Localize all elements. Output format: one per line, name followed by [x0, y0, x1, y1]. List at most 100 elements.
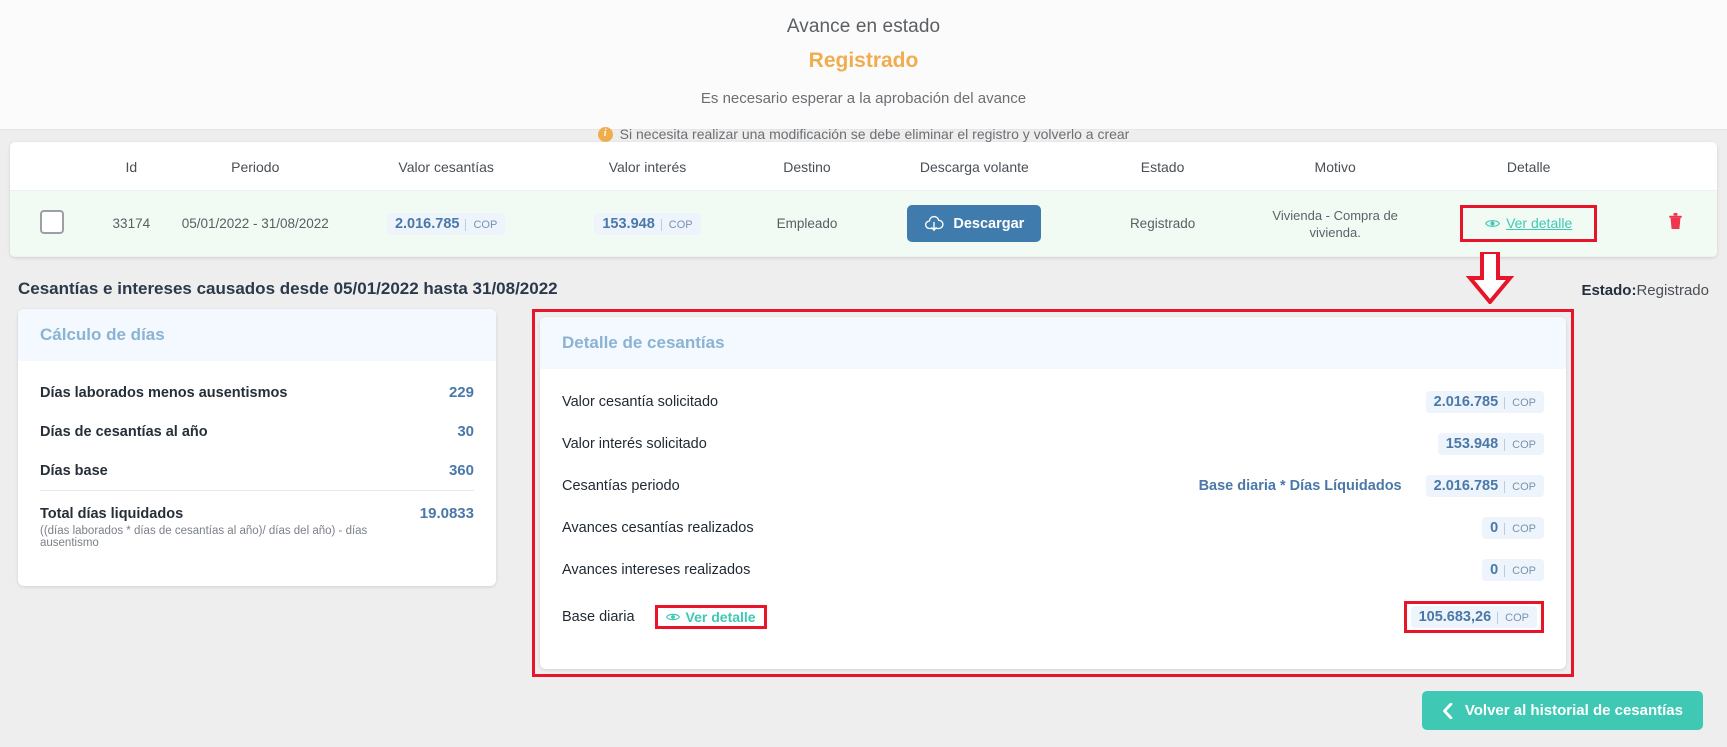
amount-number: 2.016.785 [394, 215, 460, 232]
detalle-row-label: Avances cesantías realizados [562, 520, 754, 536]
status-subtitle: Es necesario esperar a la aprobación del… [700, 90, 1027, 107]
calculo-row-value: 229 [448, 384, 474, 401]
th-motivo: Motivo [1314, 159, 1356, 175]
detail-footer: Volver al historial de cesantías [10, 677, 1717, 730]
detail-section: Cesantías e intereses causados desde 05/… [10, 257, 1717, 730]
calculo-total-formula: ((días laborados * días de cesantías al … [40, 525, 368, 549]
status-note-text: Si necesita realizar una modificación se… [619, 126, 1130, 142]
detalle-row-amount: 2.016.785 COP [1425, 475, 1544, 497]
calculo-total-label: Total días liquidados [40, 506, 184, 522]
calculo-row-label: Días de cesantías al año [40, 423, 208, 440]
th-valor-cesantias: Valor cesantías [398, 159, 494, 175]
detalle-row-amount: 0 COP [1482, 559, 1544, 581]
th-periodo: Periodo [231, 159, 280, 175]
ver-detalle-link[interactable]: Ver detalle [1485, 215, 1572, 231]
calculo-row-value: 30 [457, 423, 474, 440]
chevron-left-icon [1442, 702, 1453, 719]
base-diaria-ver-detalle-link[interactable]: Ver detalle [665, 609, 756, 625]
base-diaria-amount: 105.683,26 COP [1410, 606, 1537, 628]
calculo-dias-body: Días laborados menos ausentismos 229 Día… [18, 361, 496, 586]
currency-label: COP [1504, 481, 1536, 493]
cell-valor-interes: 153.948 COP [550, 190, 745, 257]
base-diaria-link-label: Ver detalle [685, 609, 756, 625]
volver-historial-button[interactable]: Volver al historial de cesantías [1421, 691, 1703, 730]
amount-number: 0 [1490, 520, 1499, 536]
cell-valor-cesantias: 2.016.785 COP [341, 190, 551, 257]
volver-historial-label: Volver al historial de cesantías [1464, 702, 1683, 719]
calculo-dias-panel: Cálculo de días Días laborados menos aus… [18, 309, 496, 586]
calculo-row: Días de cesantías al año 30 [40, 412, 474, 451]
th-valor-interes: Valor interés [608, 159, 687, 175]
amount-number: 2.016.785 [1433, 478, 1499, 494]
highlight-box-base-diaria-link: Ver detalle [654, 605, 767, 629]
cell-detalle: Ver detalle [1424, 190, 1634, 257]
currency-label: COP [1504, 397, 1536, 409]
th-estado: Estado [1140, 159, 1185, 175]
th-id: Id [125, 159, 138, 175]
detalle-row-amount: 153.948 COP [1437, 433, 1544, 455]
detail-estado-value: Registrado [1636, 282, 1709, 299]
th-acciones [1633, 142, 1717, 191]
detalle-row-label: Valor interés solicitado [562, 436, 707, 452]
highlight-box-base-diaria-value: 105.683,26 COP [1403, 601, 1544, 633]
currency-label: COP [1504, 439, 1536, 451]
detalle-cesantias-header: Detalle de cesantías [540, 317, 1566, 369]
cell-periodo: 05/01/2022 - 31/08/2022 [168, 190, 342, 257]
valor-cesantias-amount: 2.016.785 COP [386, 212, 506, 235]
table-row: 33174 05/01/2022 - 31/08/2022 2.016.785 … [10, 190, 1717, 257]
detalle-row-amount: 2.016.785 COP [1425, 391, 1544, 413]
calculo-row-label: Días base [40, 462, 108, 479]
descargar-label: Descargar [953, 215, 1025, 232]
cloud-download-icon [925, 215, 944, 232]
detalle-row: Valor cesantía solicitado 2.016.785 COP [562, 381, 1544, 423]
highlight-box-ver-detalle: Ver detalle [1460, 205, 1598, 242]
motivo-text: Vivienda - Compra de vivienda. [1272, 207, 1398, 240]
advances-table-card: Id Periodo Valor cesantías Valor interés… [10, 142, 1717, 257]
highlight-box-detalle-cesantias: Detalle de cesantías Valor cesantía soli… [532, 309, 1574, 677]
descargar-button[interactable]: Descargar [907, 205, 1042, 242]
detalle-row-label: Valor cesantía solicitado [562, 394, 719, 410]
calculo-dias-header: Cálculo de días [18, 309, 496, 361]
detalle-row: Avances cesantías realizados 0 COP [562, 507, 1544, 549]
calculo-row: Días base 360 [40, 451, 474, 490]
th-destino: Destino [783, 159, 831, 175]
cell-destino: Empleado [744, 190, 870, 257]
calculo-dias-card: Cálculo de días Días laborados menos aus… [18, 309, 496, 586]
detail-panels: Cálculo de días Días laborados menos aus… [10, 309, 1717, 677]
table-header: Id Periodo Valor cesantías Valor interés… [10, 142, 1717, 191]
detalle-cesantias-card: Detalle de cesantías Valor cesantía soli… [540, 317, 1566, 669]
amount-number: 2.016.785 [1433, 394, 1499, 410]
calculo-total-block: Total días liquidados ((días laborados *… [40, 505, 408, 549]
status-state-value: Registrado [808, 49, 919, 72]
th-checkbox [10, 142, 94, 191]
page-root: Avance en estado Registrado Es necesario… [0, 0, 1727, 747]
th-descarga-volante: Descarga volante [919, 159, 1029, 175]
amount-number: 105.683,26 [1418, 609, 1492, 625]
calculo-total-row: Total días liquidados ((días laborados *… [40, 490, 474, 560]
trash-icon[interactable] [1668, 212, 1683, 235]
detalle-row-label: Cesantías periodo [562, 478, 680, 494]
table-body: 33174 05/01/2022 - 31/08/2022 2.016.785 … [10, 190, 1717, 257]
cell-checkbox [10, 190, 94, 257]
cell-estado: Registrado [1078, 190, 1247, 257]
detalle-row: Cesantías periodo Base diaria * Días Líq… [562, 465, 1544, 507]
th-detalle: Detalle [1506, 159, 1551, 175]
advances-table: Id Periodo Valor cesantías Valor interés… [10, 142, 1717, 257]
eye-icon [1485, 219, 1501, 227]
red-down-arrow-icon [1460, 250, 1520, 306]
valor-interes-amount: 153.948 COP [594, 212, 701, 235]
cell-motivo: Vivienda - Compra de vivienda. [1246, 190, 1425, 257]
info-circle-icon: i [597, 126, 613, 142]
cell-descarga-volante: Descargar [869, 190, 1079, 257]
base-diaria-label: Base diaria [562, 609, 635, 625]
amount-number: 0 [1490, 562, 1499, 578]
row-select-checkbox[interactable] [39, 210, 64, 234]
detalle-cesantias-body: Valor cesantía solicitado 2.016.785 COP … [540, 369, 1566, 669]
currency-label: COP [465, 218, 497, 231]
base-diaria-row: Base diaria Ver detalle 105.683,26 COP [562, 591, 1544, 643]
table-header-row: Id Periodo Valor cesantías Valor interés… [10, 142, 1717, 191]
detalle-row: Valor interés solicitado 153.948 COP [562, 423, 1544, 465]
status-banner: Avance en estado Registrado Es necesario… [0, 0, 1727, 142]
status-title: Avance en estado [786, 16, 941, 37]
detalle-row-formula: Base diaria * Días Líquidados [1198, 478, 1402, 494]
